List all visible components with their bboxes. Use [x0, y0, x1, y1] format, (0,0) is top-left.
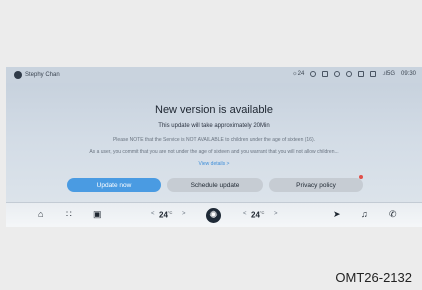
left-temp-unit: °C	[167, 210, 173, 215]
left-temp-increase[interactable]: >	[182, 211, 186, 217]
dialog-title: New version is available	[155, 104, 273, 116]
fan-icon[interactable]: ✺	[206, 208, 221, 223]
navigation-icon[interactable]: ➤	[333, 209, 341, 220]
usb-icon	[310, 71, 317, 77]
left-temperature: 24°C	[159, 210, 172, 220]
left-temp-value: 24	[159, 210, 168, 220]
right-temp-increase[interactable]: >	[274, 211, 278, 217]
schedule-update-button[interactable]: Schedule update	[167, 178, 263, 192]
user-name[interactable]: Stephy Chan	[25, 72, 60, 78]
figure-code: OMT26-2132	[335, 270, 412, 285]
notification-dot	[359, 175, 363, 179]
hotspot-icon	[346, 71, 353, 77]
phone-call-icon[interactable]: ✆	[389, 209, 397, 220]
right-temp-unit: °C	[259, 210, 265, 215]
apps-grid-icon[interactable]: ∷	[66, 209, 72, 220]
music-icon[interactable]: ♫	[361, 209, 368, 219]
infotainment-screen: Stephy Chan ☼24 .ıl5G 09:30 New version …	[6, 67, 422, 227]
view-details-link[interactable]: View details >	[6, 161, 422, 167]
privacy-policy-button[interactable]: Privacy policy	[269, 178, 363, 192]
car-icon[interactable]: ▣	[93, 209, 102, 220]
clock: 09:30	[400, 71, 416, 77]
right-temperature: 24°C	[251, 210, 264, 220]
right-temp-decrease[interactable]: <	[243, 211, 247, 217]
network-signal: .ıl5G	[382, 71, 395, 77]
weather-temperature: ☼24	[292, 71, 305, 77]
left-temp-decrease[interactable]: <	[151, 211, 155, 217]
age-notice: Please NOTE that the Service is NOT AVAI…	[112, 137, 316, 143]
status-bar: Stephy Chan ☼24 .ıl5G 09:30	[6, 67, 422, 83]
bottom-dock: ⌂ ∷ ▣ < 24°C > ✺ < 24°C > ➤ ♫ ✆	[6, 202, 422, 227]
avatar[interactable]	[14, 71, 22, 79]
dialog-subtitle: This update will take approximately 20Mi…	[158, 123, 270, 129]
right-temp-value: 24	[251, 210, 260, 220]
user-commitment-notice: As a user, you commit that you are not u…	[89, 149, 339, 155]
phone-icon	[322, 71, 329, 77]
update-now-button[interactable]: Update now	[67, 178, 161, 192]
home-icon[interactable]: ⌂	[38, 209, 43, 219]
link-icon	[370, 71, 377, 77]
bluetooth-icon	[358, 71, 365, 77]
wifi-icon	[334, 71, 341, 77]
status-icons: ☼24 .ıl5G 09:30	[292, 71, 416, 77]
